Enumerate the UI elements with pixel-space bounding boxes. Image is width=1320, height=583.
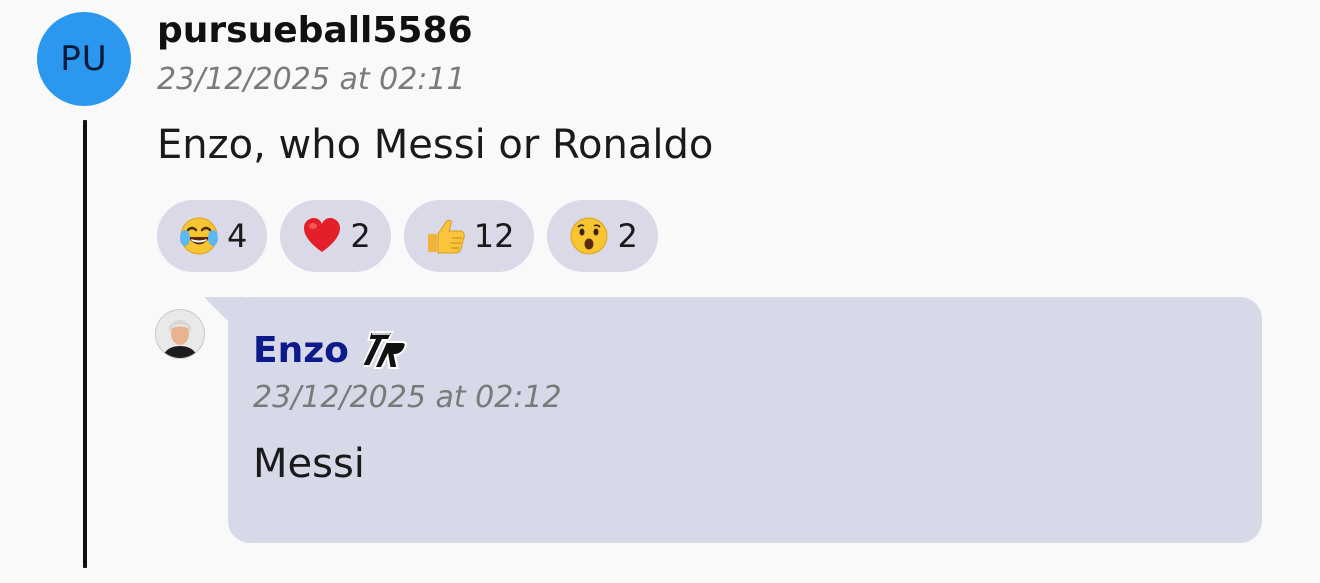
tears-of-joy-emoji-icon [177, 214, 221, 258]
reaction-count: 2 [350, 217, 371, 255]
reply-message: Messi [253, 441, 365, 487]
thumbs-up-emoji-icon [424, 214, 468, 258]
reaction-count: 4 [227, 217, 248, 255]
reply-avatar[interactable] [155, 309, 205, 359]
comment-thread: PU pursueball5586 23/12/2025 at 02:11 En… [0, 0, 1320, 583]
reactions-bar: 4 2 12 2 [157, 200, 658, 272]
reply-username[interactable]: Enzo [253, 330, 349, 371]
comment-message: Enzo, who Messi or Ronaldo [157, 122, 714, 168]
reaction-thumbs-up[interactable]: 12 [403, 200, 535, 272]
reaction-count: 2 [617, 217, 638, 255]
surprised-face-emoji-icon [567, 214, 611, 258]
comment-timestamp: 23/12/2025 at 02:11 [157, 62, 466, 97]
reaction-tears-of-joy[interactable]: 4 [157, 200, 268, 272]
reaction-heart[interactable]: 2 [280, 200, 391, 272]
thread-line [83, 120, 87, 568]
avatar-initials-text: PU [60, 39, 108, 79]
reaction-surprised[interactable]: 2 [547, 200, 658, 272]
red-heart-emoji-icon [300, 214, 344, 258]
reaction-count: 12 [473, 217, 515, 255]
user-avatar[interactable]: PU [37, 12, 131, 106]
comment-username[interactable]: pursueball5586 [157, 10, 473, 51]
reply-timestamp: 23/12/2025 at 02:12 [253, 380, 562, 415]
tr-badge-icon [360, 326, 414, 374]
